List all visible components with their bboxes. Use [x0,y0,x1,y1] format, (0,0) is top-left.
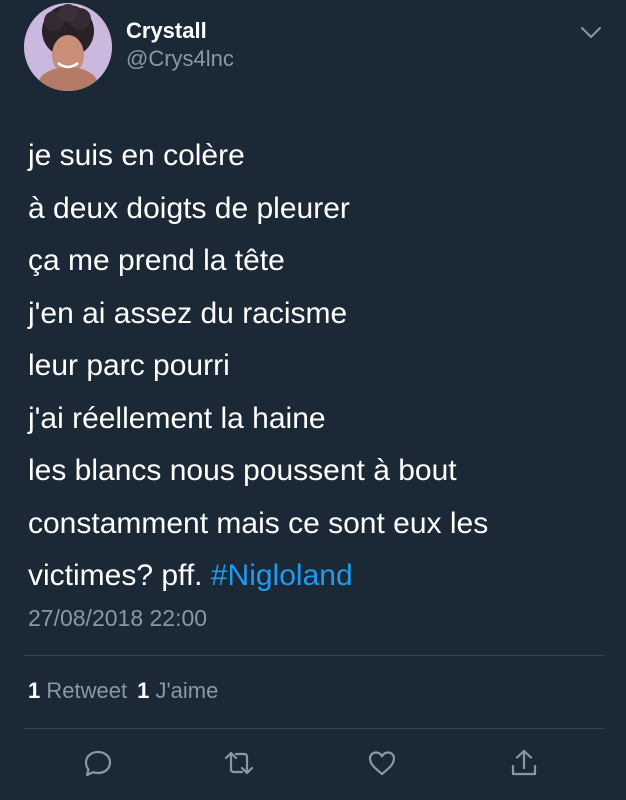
tweet-timestamp[interactable]: 27/08/2018 22:00 [28,605,207,632]
like-label: J'aime [155,678,219,703]
display-name[interactable]: Crystall [126,18,207,44]
tweet-line: ça me prend la tête [28,244,285,277]
heart-icon[interactable] [364,745,400,781]
tweet-line: j'ai réellement la haine [28,401,326,435]
tweet-line: je suis en colère [28,139,245,172]
tweet-line-text: victimes? pff. [28,559,203,592]
share-icon[interactable] [506,745,542,781]
retweets-stat[interactable]: 1 Retweet [28,678,127,703]
tweet-line: j'en ai assez du racisme [28,296,348,330]
tweet-line: constamment mais ce sont eux les [28,506,489,540]
action-bar [0,745,626,785]
tweet-line: à deux doigts de pleurer [28,191,350,225]
divider [24,728,604,729]
avatar-image [24,3,112,91]
tweet-line: leur parc pourri [28,349,230,382]
tweet-line: les blancs nous poussent à bout [28,454,457,487]
retweet-icon[interactable] [221,745,257,781]
likes-stat[interactable]: 1 J'aime [137,678,218,703]
chevron-down-icon[interactable] [578,22,604,42]
reply-icon[interactable] [80,745,116,781]
tweet-line-last: victimes? pff. #Nigloland [28,550,608,603]
divider [24,655,604,656]
tweet-card: Crystall @Crys4lnc je suis en colère à d… [0,0,626,800]
user-handle[interactable]: @Crys4lnc [126,46,234,72]
retweet-count: 1 [28,678,41,703]
hashtag-link[interactable]: #Nigloland [211,559,353,592]
tweet-stats: 1 Retweet 1 J'aime [28,678,218,704]
like-count: 1 [137,678,150,703]
retweet-label: Retweet [46,678,128,703]
avatar[interactable] [24,3,112,91]
tweet-text: je suis en colère à deux doigts de pleur… [28,130,608,603]
